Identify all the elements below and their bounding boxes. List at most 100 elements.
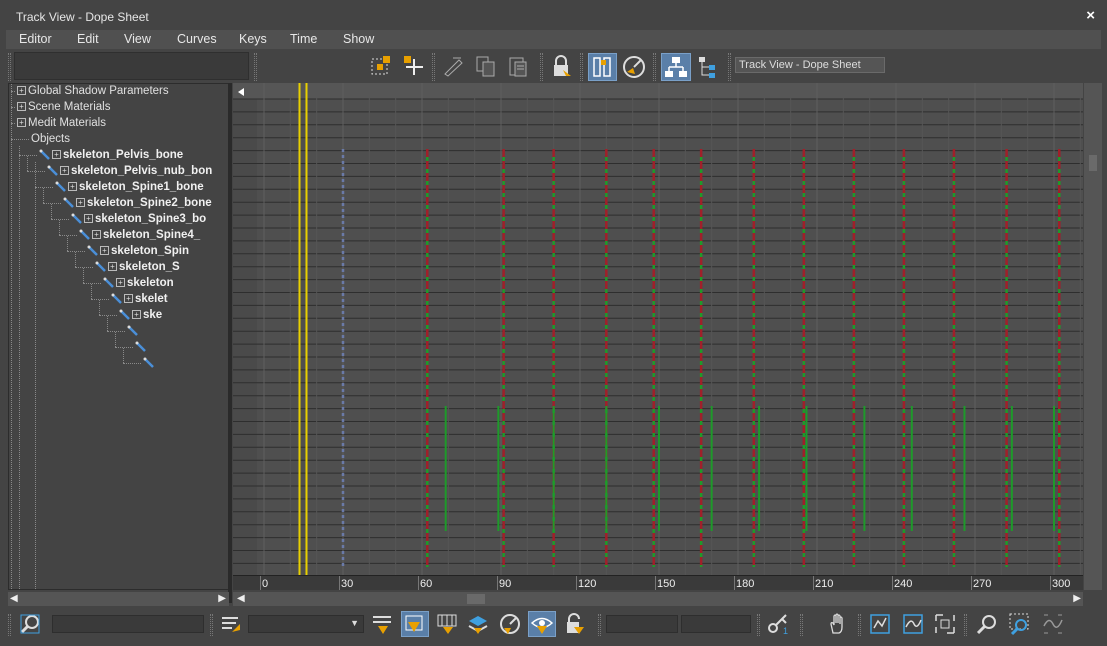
expand-icon[interactable]: + bbox=[17, 102, 26, 112]
filter-keyable-button[interactable] bbox=[401, 611, 429, 637]
menu-editor[interactable]: Editor bbox=[19, 32, 52, 46]
scroll-left-arrow-icon[interactable]: ◀ bbox=[10, 592, 18, 606]
value-display-field[interactable] bbox=[681, 615, 751, 633]
frame-horizontal-extents-icon[interactable] bbox=[868, 612, 892, 636]
show-selected-key-stats-icon[interactable]: 1 bbox=[766, 612, 792, 636]
tree-horizontal-scrollbar[interactable]: ◀ ▶ bbox=[8, 592, 229, 606]
status-grip-3[interactable] bbox=[598, 614, 601, 636]
frame-value-extents-icon[interactable] bbox=[901, 612, 927, 636]
menu-curves[interactable]: Curves bbox=[177, 32, 217, 46]
status-grip-7[interactable] bbox=[964, 614, 967, 636]
expand-icon[interactable]: + bbox=[60, 166, 69, 176]
key-properties-icon[interactable] bbox=[218, 612, 242, 636]
tree-item[interactable] bbox=[135, 339, 148, 355]
status-grip-5[interactable] bbox=[800, 614, 803, 636]
tree-item[interactable]: + skeleton_Pelvis_nub_bon bbox=[47, 163, 212, 179]
show-tree-icon[interactable] bbox=[696, 54, 722, 80]
scroll-right-arrow-icon[interactable]: ▶ bbox=[218, 592, 226, 606]
filter-layers-icon[interactable] bbox=[466, 612, 490, 636]
menu-time[interactable]: Time bbox=[290, 32, 317, 46]
paste-icon[interactable] bbox=[506, 54, 530, 78]
zoom-region-icon[interactable] bbox=[933, 612, 957, 636]
copy-icon[interactable] bbox=[474, 54, 498, 78]
zoom-icon[interactable] bbox=[975, 612, 999, 636]
tree-item[interactable]: + skeleton_S bbox=[95, 259, 180, 275]
dope-sheet-canvas[interactable] bbox=[233, 83, 1083, 575]
scroll-left-arrow-icon[interactable]: ◀ bbox=[237, 592, 245, 606]
expand-icon[interactable]: + bbox=[92, 230, 101, 240]
lock-selection-icon[interactable] bbox=[549, 54, 573, 78]
zoom-selected-icon[interactable] bbox=[18, 612, 42, 636]
tree-item[interactable]: + ske bbox=[119, 307, 162, 323]
filter-animated-tracks-icon[interactable] bbox=[435, 612, 459, 636]
select-keys-icon[interactable] bbox=[369, 54, 393, 78]
expand-icon[interactable]: + bbox=[68, 182, 77, 192]
toolbar-grip-4[interactable] bbox=[540, 53, 543, 81]
expand-icon[interactable]: + bbox=[52, 150, 61, 160]
tree-item[interactable]: + skelet bbox=[111, 291, 168, 307]
vertical-scroll-thumb[interactable] bbox=[1089, 155, 1097, 171]
toolbar-grip-5[interactable] bbox=[580, 53, 583, 81]
tree-item[interactable] bbox=[143, 355, 156, 371]
edit-ranges-icon[interactable] bbox=[621, 54, 647, 80]
track-view-name-field[interactable]: Track View - Dope Sheet bbox=[735, 57, 885, 73]
menu-keys[interactable]: Keys bbox=[239, 32, 267, 46]
zoom-region-magnify-icon[interactable] bbox=[1007, 612, 1033, 636]
pan-hand-icon[interactable] bbox=[826, 612, 850, 636]
toolbar-grip-7[interactable] bbox=[728, 53, 731, 81]
expand-icon[interactable]: + bbox=[17, 118, 26, 128]
expand-icon[interactable]: + bbox=[108, 262, 117, 272]
filter-unlocked-icon[interactable] bbox=[562, 612, 586, 636]
status-grip[interactable] bbox=[8, 614, 11, 636]
toolbar-grip-3[interactable] bbox=[432, 53, 435, 81]
expand-icon[interactable]: + bbox=[76, 198, 85, 208]
expand-icon[interactable]: + bbox=[84, 214, 93, 224]
toolbar-grip-6[interactable] bbox=[653, 53, 656, 81]
time-display-field[interactable] bbox=[606, 615, 678, 633]
toolbar-grip[interactable] bbox=[8, 53, 11, 81]
filter-visible-button[interactable] bbox=[528, 611, 556, 637]
status-grip-4[interactable] bbox=[757, 614, 760, 636]
tree-item[interactable]: + skeleton bbox=[103, 275, 174, 291]
tree-item[interactable]: Objects bbox=[31, 131, 70, 147]
vertical-scrollbar[interactable] bbox=[1084, 83, 1102, 590]
tree-item[interactable]: + Scene Materials bbox=[17, 99, 110, 115]
tree-item[interactable]: + skeleton_Spine3_bo bbox=[71, 211, 206, 227]
tree-item[interactable] bbox=[127, 323, 140, 339]
expand-icon[interactable]: + bbox=[132, 310, 141, 320]
time-ruler[interactable]: 0 30 60 90 120 150 180 210 240 270 300 bbox=[233, 575, 1083, 590]
tree-item[interactable]: + skeleton_Spine2_bone bbox=[63, 195, 212, 211]
tree-item[interactable]: + skeleton_Spin bbox=[87, 243, 189, 259]
expand-icon[interactable]: + bbox=[100, 246, 109, 256]
menu-view[interactable]: View bbox=[124, 32, 151, 46]
close-button[interactable]: × bbox=[1086, 7, 1095, 24]
tree-item[interactable]: + Global Shadow Parameters bbox=[17, 84, 169, 99]
add-keys-icon[interactable] bbox=[401, 54, 425, 78]
status-grip-6[interactable] bbox=[858, 614, 861, 636]
menu-edit[interactable]: Edit bbox=[77, 32, 99, 46]
filter-controllers-icon[interactable] bbox=[498, 612, 522, 636]
isolate-curve-icon[interactable] bbox=[1041, 612, 1065, 636]
tree-item[interactable]: + skeleton_Spine4_ bbox=[79, 227, 200, 243]
pane-splitter[interactable] bbox=[228, 83, 232, 603]
filter-button[interactable] bbox=[661, 53, 691, 81]
scroll-right-arrow-icon[interactable]: ▶ bbox=[1073, 592, 1081, 606]
toolbar-grip-2[interactable] bbox=[254, 53, 257, 81]
key-select-dropdown[interactable]: ▼ bbox=[248, 615, 364, 633]
expand-icon[interactable]: + bbox=[124, 294, 133, 304]
filter-selected-tracks-icon[interactable] bbox=[370, 612, 394, 636]
tree-item[interactable]: + skeleton_Spine1_bone bbox=[55, 179, 204, 195]
menu-show[interactable]: Show bbox=[343, 32, 374, 46]
slide-keys-icon[interactable] bbox=[441, 54, 465, 78]
tree-item[interactable]: + skeleton_Pelvis_bone bbox=[39, 147, 183, 163]
expand-icon[interactable]: + bbox=[17, 86, 26, 96]
edit-keys-button[interactable] bbox=[588, 53, 617, 81]
status-grip-2[interactable] bbox=[210, 614, 213, 636]
tree-item[interactable]: + Medit Materials bbox=[17, 115, 106, 131]
controller-tree[interactable]: + Global Shadow Parameters + Scene Material… bbox=[8, 83, 229, 590]
horizontal-scroll-thumb[interactable] bbox=[467, 594, 485, 604]
expand-icon[interactable]: + bbox=[116, 278, 125, 288]
dope-sheet-area[interactable] bbox=[233, 83, 1083, 575]
dope-horizontal-scrollbar[interactable]: ◀ ▶ bbox=[233, 592, 1083, 606]
track-select-field[interactable] bbox=[52, 615, 204, 633]
